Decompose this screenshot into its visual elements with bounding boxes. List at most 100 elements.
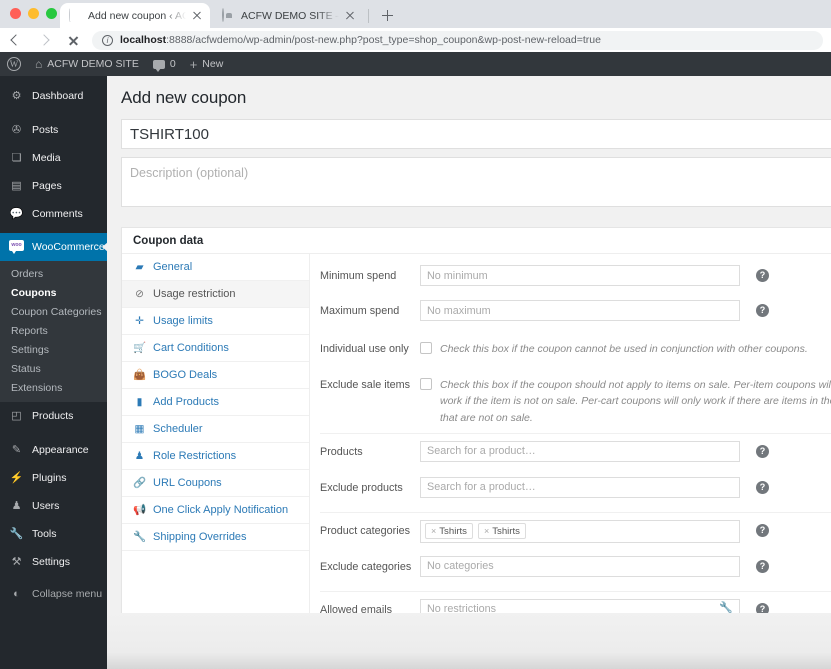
browser-tab-2[interactable]: ACFW DEMO SITE – Just anoth bbox=[213, 3, 363, 28]
sidebar-item-settings[interactable]: ⚒ Settings bbox=[0, 548, 107, 576]
sidebar-item-label: Media bbox=[32, 152, 61, 164]
help-icon[interactable]: ? bbox=[756, 269, 769, 282]
tab-label: Shipping Overrides bbox=[153, 531, 247, 543]
exclude-sale-items-checkbox[interactable] bbox=[420, 378, 432, 390]
exclude-products-search-input[interactable]: Search for a product… bbox=[420, 476, 740, 498]
help-icon[interactable]: ? bbox=[756, 444, 769, 458]
individual-use-only-checkbox[interactable] bbox=[420, 342, 432, 354]
sidebar-item-tools[interactable]: 🔧 Tools bbox=[0, 520, 107, 548]
tab-url-coupons[interactable]: 🔗 URL Coupons bbox=[122, 470, 309, 497]
site-info-icon[interactable] bbox=[102, 34, 113, 47]
new-content-menu[interactable]: + New bbox=[183, 52, 231, 76]
help-icon[interactable]: ? bbox=[756, 559, 769, 573]
browser-tab-1[interactable]: Add new coupon ‹ ACFW DEMO bbox=[60, 3, 210, 28]
site-name-menu[interactable]: ⌂ ACFW DEMO SITE bbox=[28, 52, 146, 76]
tab-label: Cart Conditions bbox=[153, 342, 229, 354]
product-categories-label: Product categories bbox=[320, 524, 411, 537]
url-host: localhost bbox=[120, 34, 167, 46]
box-icon: ◰ bbox=[11, 409, 22, 422]
tab-usage-restriction[interactable]: ⊘ Usage restriction bbox=[122, 281, 309, 308]
sidebar-subitem-extensions[interactable]: Extensions bbox=[0, 378, 107, 397]
category-tag-label: Tshirts bbox=[492, 525, 520, 537]
product-categories-input[interactable]: × Tshirts × Tshirts bbox=[420, 519, 740, 543]
loading-spinner-icon bbox=[69, 8, 82, 22]
admin-sidebar: ⚙ Dashboard ✇ Posts ❏ Media ▤ Pages 💬 Co… bbox=[0, 76, 107, 669]
help-icon[interactable]: ? bbox=[756, 523, 769, 537]
user-icon: ♟ bbox=[11, 499, 22, 512]
products-search-input[interactable]: Search for a product… bbox=[420, 440, 740, 462]
sidebar-subitem-orders[interactable]: Orders bbox=[0, 264, 107, 283]
fields-divider bbox=[320, 432, 831, 434]
sidebar-subitem-reports[interactable]: Reports bbox=[0, 321, 107, 340]
new-tab-button[interactable] bbox=[379, 7, 396, 24]
calendar-icon: ▦ bbox=[134, 422, 145, 435]
tab-role-restrictions[interactable]: ♟ Role Restrictions bbox=[122, 443, 309, 470]
tab-one-click-apply-notification[interactable]: 📢 One Click Apply Notification bbox=[122, 497, 309, 524]
tab-bogo-deals[interactable]: 👜 BOGO Deals bbox=[122, 362, 309, 389]
wrench-icon: 🔧 bbox=[133, 530, 147, 543]
individual-use-only-description: Check this box if the coupon cannot be u… bbox=[440, 343, 808, 355]
category-tag[interactable]: × Tshirts bbox=[425, 523, 473, 540]
remove-tag-icon[interactable]: × bbox=[484, 526, 489, 536]
sidebar-item-comments[interactable]: 💬 Comments bbox=[0, 200, 107, 228]
sidebar-item-users[interactable]: ♟ Users bbox=[0, 492, 107, 520]
tab-label: URL Coupons bbox=[153, 477, 222, 489]
coupon-description-input[interactable]: Description (optional) bbox=[121, 157, 831, 207]
sidebar-item-collapse-menu[interactable]: ◐ Collapse menu bbox=[0, 580, 107, 608]
ticket-icon: ▰ bbox=[135, 260, 144, 273]
browser-chrome: Add new coupon ‹ ACFW DEMO ACFW DEMO SIT… bbox=[0, 0, 831, 52]
sidebar-subitem-status[interactable]: Status bbox=[0, 359, 107, 378]
remove-tag-icon[interactable]: × bbox=[431, 526, 436, 536]
back-button[interactable] bbox=[6, 29, 28, 51]
tab-scheduler[interactable]: ▦ Scheduler bbox=[122, 416, 309, 443]
category-tag[interactable]: × Tshirts bbox=[477, 523, 526, 540]
tab-cart-conditions[interactable]: 🛒 Cart Conditions bbox=[122, 335, 309, 362]
tab-shipping-overrides[interactable]: 🔧 Shipping Overrides bbox=[122, 524, 309, 551]
comments-menu[interactable]: 0 bbox=[146, 52, 183, 76]
sidebar-item-appearance[interactable]: ✎ Appearance bbox=[0, 436, 107, 464]
minimize-window-button[interactable] bbox=[28, 8, 39, 19]
maximize-window-button[interactable] bbox=[46, 8, 57, 19]
sidebar-subitem-settings[interactable]: Settings bbox=[0, 340, 107, 359]
tab-label: Usage restriction bbox=[153, 288, 236, 300]
sidebar-subitem-coupon-categories[interactable]: Coupon Categories bbox=[0, 302, 107, 321]
sidebar-item-posts[interactable]: ✇ Posts bbox=[0, 116, 107, 144]
wp-logo-menu[interactable] bbox=[0, 52, 28, 76]
coupon-description-placeholder: Description (optional) bbox=[130, 166, 249, 180]
tab-general[interactable]: ▰ General bbox=[122, 254, 309, 281]
settings-icon: ⚒ bbox=[11, 555, 22, 568]
stop-loading-button[interactable] bbox=[62, 29, 84, 51]
sidebar-item-plugins[interactable]: ⚡ Plugins bbox=[0, 464, 107, 492]
minimum-spend-input[interactable]: No minimum bbox=[420, 265, 740, 286]
usage-restriction-fields: Minimum spend No minimum ? Maximum spend… bbox=[310, 254, 831, 669]
sidebar-subitem-coupons[interactable]: Coupons bbox=[0, 283, 107, 302]
tab-usage-limits[interactable]: ✛ Usage limits bbox=[122, 308, 309, 335]
maximum-spend-input[interactable]: No maximum bbox=[420, 300, 740, 321]
addproduct-icon: ▮ bbox=[136, 395, 143, 408]
field-individual-use-only: Individual use only Check this box if th… bbox=[310, 338, 831, 366]
sidebar-item-dashboard[interactable]: ⚙ Dashboard bbox=[0, 82, 107, 110]
close-tab-2-button[interactable] bbox=[343, 9, 357, 23]
exclude-sale-items-label: Exclude sale items bbox=[320, 379, 411, 391]
sidebar-item-media[interactable]: ❏ Media bbox=[0, 144, 107, 172]
close-window-button[interactable] bbox=[10, 8, 21, 19]
field-minimum-spend: Minimum spend No minimum ? bbox=[310, 265, 831, 293]
field-exclude-categories: Exclude categories No categories ? bbox=[310, 555, 831, 584]
coupon-code-input[interactable]: TSHIRT100 bbox=[121, 119, 831, 149]
address-bar[interactable]: localhost:8888/acfwdemo/wp-admin/post-ne… bbox=[92, 30, 823, 50]
forward-button[interactable] bbox=[34, 29, 56, 51]
coupon-data-tabs: ▰ General ⊘ Usage restriction ✛ Usage li… bbox=[122, 254, 310, 669]
exclude-categories-input[interactable]: No categories bbox=[420, 555, 740, 577]
tab-add-products[interactable]: ▮ Add Products bbox=[122, 389, 309, 416]
close-tab-1-button[interactable] bbox=[190, 9, 204, 23]
exclude-categories-label: Exclude categories bbox=[320, 560, 412, 573]
exclude-products-placeholder: Search for a product… bbox=[427, 481, 536, 494]
exclude-categories-placeholder: No categories bbox=[427, 560, 494, 573]
plus-icon: + bbox=[189, 56, 198, 72]
sidebar-item-pages[interactable]: ▤ Pages bbox=[0, 172, 107, 200]
help-icon[interactable]: ? bbox=[756, 304, 769, 317]
limits-icon: ✛ bbox=[135, 314, 144, 327]
sidebar-item-woocommerce[interactable]: WooCommerce bbox=[0, 233, 107, 261]
help-icon[interactable]: ? bbox=[756, 480, 769, 494]
sidebar-item-products[interactable]: ◰ Products bbox=[0, 402, 107, 430]
